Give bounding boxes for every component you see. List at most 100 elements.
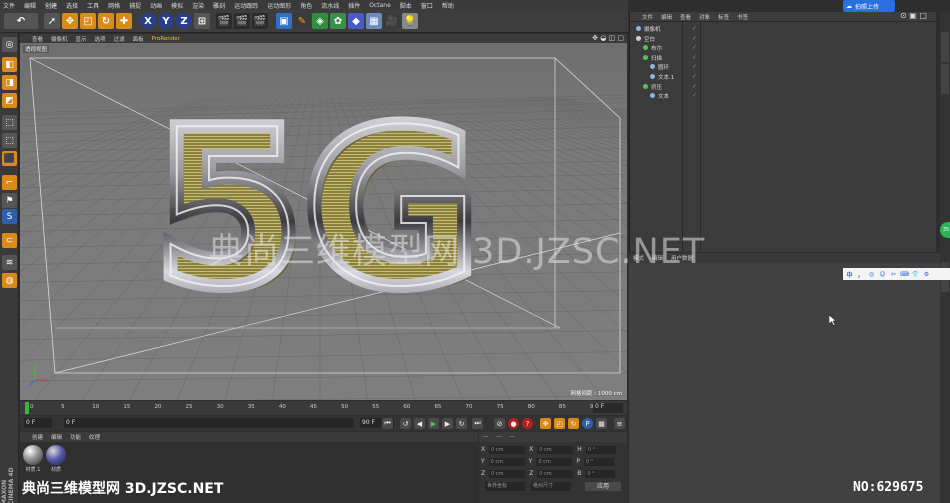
upload-button[interactable]: ☁ 拍照上传 [843, 0, 895, 12]
size-z-field[interactable]: 0 cm [537, 470, 574, 478]
menu-item-4[interactable]: 工具 [87, 1, 99, 10]
playhead[interactable] [25, 402, 29, 414]
ime-item-0[interactable]: 中 [845, 270, 854, 279]
object-row[interactable]: 摄像机 ✓ [630, 24, 940, 33]
size-x-field[interactable]: 0 cm [537, 446, 574, 454]
viewport-menu-item-2[interactable]: 显示 [76, 35, 87, 43]
goto-start-button[interactable]: ⏮ [382, 418, 393, 429]
object-row[interactable]: 空白 ✓ [630, 34, 940, 43]
menu-item-10[interactable]: 雕刻 [213, 1, 225, 10]
deformer-icon[interactable]: ◆ [348, 13, 364, 29]
motion-record-icon[interactable]: ⊘ [494, 418, 505, 429]
axis-z-icon[interactable]: Z [176, 13, 192, 29]
ime-item-4[interactable]: ✂ [889, 270, 898, 279]
undo-icon[interactable]: ↶ [4, 13, 38, 29]
menu-item-16[interactable]: Octane [369, 2, 391, 9]
rotation-p-field[interactable]: 0 ° [583, 458, 614, 466]
record-key-icon[interactable]: ● [508, 418, 519, 429]
object-row[interactable]: 扫描 ✓ [630, 53, 940, 62]
axis-x-icon[interactable]: X [140, 13, 156, 29]
object-menu-item-5[interactable]: 书签 [737, 13, 748, 21]
key-position-icon[interactable]: ✥ [540, 418, 551, 429]
tweak-icon[interactable]: ⚑ [2, 193, 17, 208]
light-icon[interactable]: 💡 [402, 13, 418, 29]
auto-key-icon[interactable]: ? [522, 418, 533, 429]
lock-workplane-icon[interactable]: ◍ [2, 273, 17, 288]
menu-item-13[interactable]: 角色 [300, 1, 312, 10]
menu-item-15[interactable]: 插件 [348, 1, 360, 10]
key-rotation-icon[interactable]: ↻ [568, 418, 579, 429]
points-mode-icon[interactable]: ⬚ [2, 115, 17, 130]
key-pla-icon[interactable]: ▦ [596, 418, 607, 429]
side-tab[interactable] [941, 64, 949, 94]
select-arrow-icon[interactable]: ➚ [44, 13, 60, 29]
polygons-mode-icon[interactable]: ⬛ [2, 151, 17, 166]
menu-item-14[interactable]: 流水线 [321, 1, 339, 10]
axis-y-icon[interactable]: Y [158, 13, 174, 29]
camera-icon[interactable]: 🎥 [384, 13, 400, 29]
object-row[interactable]: 圆环 ✓ [630, 62, 940, 71]
pen-icon[interactable]: ✎ [294, 13, 310, 29]
object-enabled-check-icon[interactable]: ✓ [692, 35, 697, 42]
material-menu-item-3[interactable]: 纹理 [89, 433, 100, 441]
ime-item-3[interactable]: ☺ [878, 270, 887, 279]
menu-item-8[interactable]: 模拟 [171, 1, 183, 10]
ime-item-1[interactable]: ， [856, 270, 865, 279]
viewport-menu-item-1[interactable]: 摄像机 [51, 35, 68, 43]
object-enabled-check-icon[interactable]: ✓ [692, 25, 697, 32]
object-menu-item-4[interactable]: 标签 [718, 13, 729, 21]
subdivide-icon[interactable]: ◈ [312, 13, 328, 29]
rotation-b-field[interactable]: 0 ° [585, 470, 616, 478]
timeline-ruler[interactable]: 051015202530354045505560657075808590 [26, 403, 597, 413]
viewport-menu-item-5[interactable]: 面板 [133, 35, 144, 43]
side-tab[interactable] [941, 32, 949, 62]
render-settings-icon[interactable]: 🎬 [252, 13, 268, 29]
material-slot[interactable]: 材质 [46, 445, 66, 473]
coord-mode-select[interactable]: 世界坐标 [485, 482, 525, 491]
cube-icon[interactable]: ▣ [276, 13, 292, 29]
viewport[interactable]: 5G 5G 5G 透视视图 网格间距 : 1000 cm [20, 43, 627, 400]
viewport-menu-item-4[interactable]: 过滤 [114, 35, 125, 43]
next-key-button[interactable]: ↻ [456, 418, 467, 429]
menu-item-2[interactable]: 创建 [45, 1, 57, 10]
object-menu-item-3[interactable]: 对象 [699, 13, 710, 21]
axis-mode-icon[interactable]: ⌐ [2, 175, 17, 190]
menu-item-12[interactable]: 运动图形 [267, 1, 291, 10]
timeline[interactable]: 051015202530354045505560657075808590 0 F [20, 401, 627, 415]
size-y-field[interactable]: 0 cm [536, 458, 573, 466]
menu-item-6[interactable]: 捕捉 [129, 1, 141, 10]
menu-item-1[interactable]: 编辑 [24, 1, 36, 10]
object-enabled-check-icon[interactable]: ✓ [692, 92, 697, 99]
material-menu-item-0[interactable]: 创建 [32, 433, 43, 441]
menu-item-11[interactable]: 运动跟踪 [234, 1, 258, 10]
menu-item-17[interactable]: 脚本 [400, 1, 412, 10]
viewport-menu-item-0[interactable]: 查看 [32, 35, 43, 43]
menu-item-7[interactable]: 动画 [150, 1, 162, 10]
material-menu-item-1[interactable]: 编辑 [51, 433, 62, 441]
snap-icon[interactable]: S [2, 209, 17, 224]
object-enabled-check-icon[interactable]: ✓ [692, 83, 697, 90]
prev-key-button[interactable]: ↺ [400, 418, 411, 429]
move-icon[interactable]: ✥ [62, 13, 78, 29]
rotate-icon[interactable]: ↻ [98, 13, 114, 29]
viewport-menu-item-3[interactable]: 选项 [95, 35, 106, 43]
timeline-menu-icon[interactable]: ≡ [614, 418, 625, 429]
magnet-icon[interactable]: ⊂ [2, 233, 17, 248]
goto-end-button[interactable]: ⏭ [472, 418, 483, 429]
workplane-icon[interactable]: ◩ [2, 93, 17, 108]
rotation-h-field[interactable]: 0 ° [585, 446, 616, 454]
object-enabled-check-icon[interactable]: ✓ [692, 44, 697, 51]
render-picture-icon[interactable]: 🎬 [234, 13, 250, 29]
texture-mode-icon[interactable]: ◨ [2, 75, 17, 90]
key-param-icon[interactable]: P [582, 418, 593, 429]
layer-icon[interactable]: ≋ [2, 255, 17, 270]
object-row[interactable]: 文本.1 ✓ [630, 72, 940, 81]
prev-frame-button[interactable]: ◀ [414, 418, 425, 429]
viewport-nav-icon[interactable]: ✥ ◒ ◫ ▢ [592, 34, 624, 42]
ime-item-2[interactable]: ◎ [867, 270, 876, 279]
array-icon[interactable]: ✿ [330, 13, 346, 29]
side-badge[interactable]: 35 [940, 222, 950, 238]
next-frame-button[interactable]: ▶ [442, 418, 453, 429]
key-scale-icon[interactable]: ◰ [554, 418, 565, 429]
world-coord-icon[interactable]: ⊞ [194, 13, 210, 29]
